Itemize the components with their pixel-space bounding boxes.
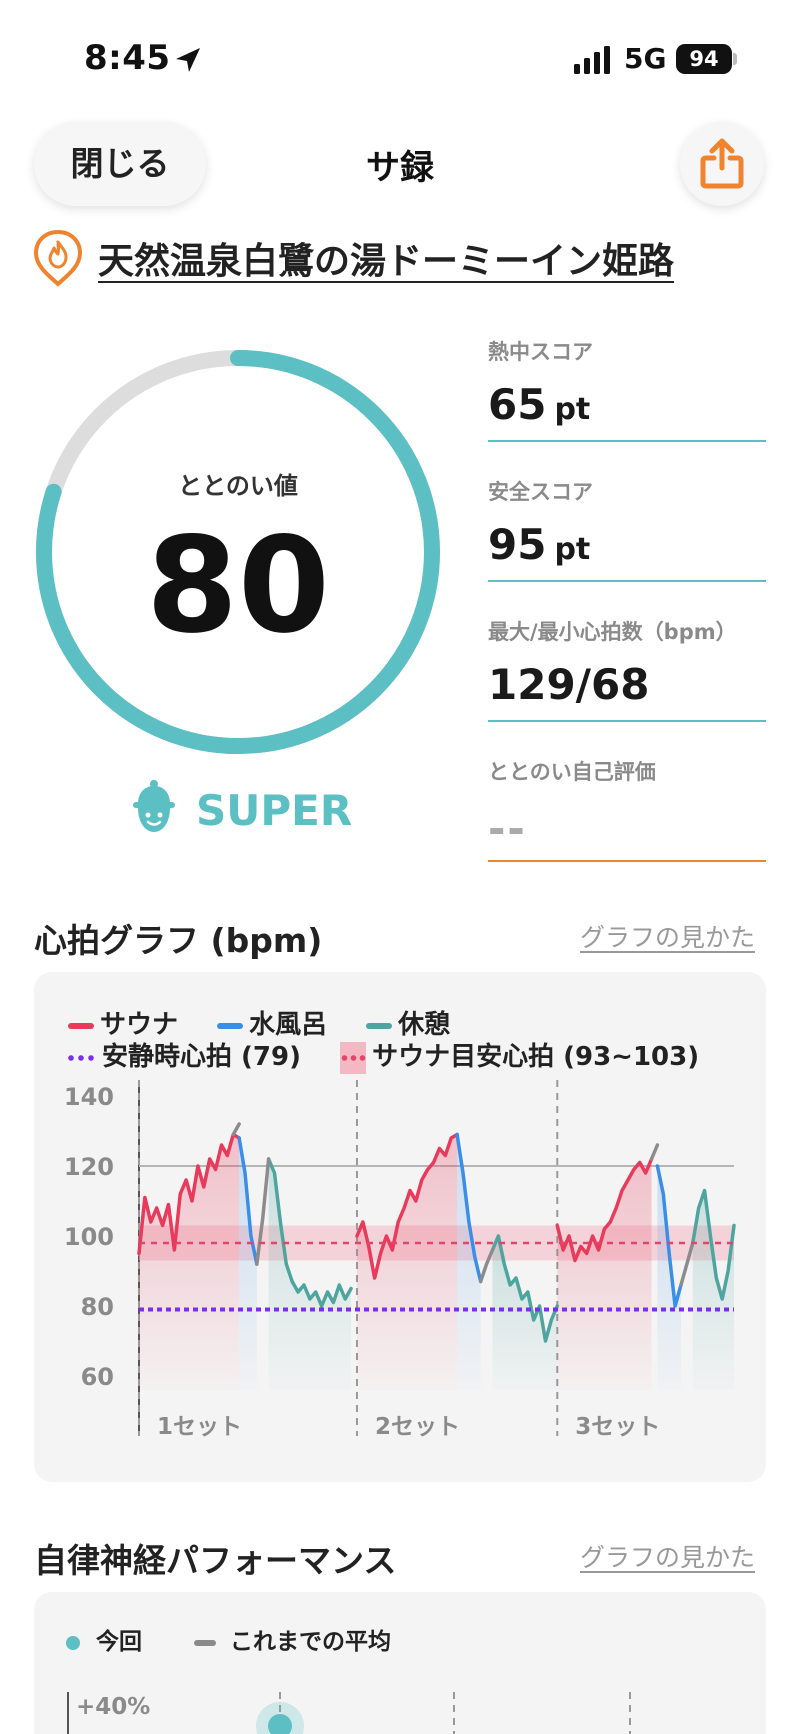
metric-self-rating[interactable]: ととのい自己評価 --: [488, 756, 766, 862]
page-title: サ録: [366, 148, 434, 188]
y-tick-label: 100: [64, 1223, 114, 1251]
metric-heart-rate: 最大/最小心拍数（bpm） 129/68: [488, 616, 766, 722]
y-tick-label: 80: [81, 1293, 114, 1321]
series-area-fill: [268, 1159, 352, 1390]
metric-label: 安全スコア: [488, 480, 593, 504]
y-tick-label: 60: [81, 1363, 114, 1391]
location-arrow-icon: [176, 48, 200, 72]
heart-legend-row-2: 安静時心拍 (79) サウナ目安心拍 (93~103): [66, 1036, 729, 1074]
signal-bars-icon: [574, 46, 610, 74]
legend-average: これまでの平均: [194, 1629, 391, 1655]
metric-label: ととのい自己評価: [488, 760, 656, 784]
metric-divider: [488, 720, 766, 722]
autonomic-title: 自律神経パフォーマンス: [34, 1541, 397, 1580]
metric-divider: [488, 580, 766, 582]
autonomic-help-link[interactable]: グラフの見かた: [580, 1538, 755, 1574]
heart-graph-title: 心拍グラフ (bpm): [34, 921, 323, 960]
metric-unit: pt: [554, 392, 591, 427]
score-label: ととのい値: [178, 472, 298, 500]
metric-value: --: [488, 804, 527, 853]
series-area-fill: [139, 1134, 240, 1390]
legend-sauna-target: サウナ目安心拍 (93~103): [340, 1041, 699, 1074]
autonomic-legend: 今回 これまでの平均: [66, 1622, 391, 1656]
series-area-fill: [657, 1166, 681, 1390]
close-button[interactable]: 閉じる: [34, 122, 206, 206]
status-bar: 8:45 5G 94: [0, 0, 800, 110]
metric-divider: [488, 440, 766, 442]
series-area-fill: [692, 1190, 734, 1390]
battery-tip: [733, 53, 737, 65]
status-time: 8:45: [84, 38, 171, 78]
score-value: 80: [146, 509, 330, 663]
series-line: [649, 1143, 660, 1161]
heart-graph-help-link[interactable]: グラフの見かた: [580, 918, 755, 954]
y-tick-label: 140: [64, 1083, 114, 1111]
sauna-fire-pin-icon: [33, 229, 83, 287]
metric-value: 95 pt: [488, 520, 591, 569]
metric-label: 熱中スコア: [488, 340, 593, 364]
autonomic-chart: +40%: [67, 1692, 631, 1734]
metric-safety-score: 安全スコア 95 pt: [488, 476, 766, 582]
share-icon: [700, 138, 744, 189]
network-label: 5G: [624, 42, 667, 75]
legend-resting-hr: 安静時心拍 (79): [66, 1042, 301, 1072]
series-area-fill: [239, 1138, 257, 1390]
series-area-fill: [557, 1159, 652, 1390]
y-tick-label: 120: [64, 1153, 114, 1181]
series-line: [231, 1122, 241, 1137]
y-tick-label: +40%: [76, 1694, 150, 1720]
set-label: 1セット: [157, 1414, 242, 1440]
rank-label: SUPER: [196, 786, 353, 835]
legend-current: 今回: [66, 1629, 142, 1655]
set-label: 2セット: [375, 1414, 460, 1440]
metric-unit: pt: [554, 532, 591, 567]
metric-value: 129/68: [488, 660, 650, 709]
sauna-hat-mascot-icon: [133, 780, 175, 832]
share-button[interactable]: [680, 122, 764, 206]
metric-label: 最大/最小心拍数（bpm）: [488, 620, 737, 644]
facility-name-link[interactable]: 天然温泉白鷺の湯ドーミーイン姫路: [98, 232, 674, 284]
metric-value: 65 pt: [488, 380, 591, 429]
metric-divider: [488, 860, 766, 862]
metric-heat-score: 熱中スコア 65 pt: [488, 336, 766, 442]
battery-indicator: 94: [676, 44, 732, 74]
heart-rate-chart: 140 120 100 80 60 1セット 2セット 3セット: [64, 1080, 736, 1440]
set-label: 3セット: [575, 1414, 660, 1440]
